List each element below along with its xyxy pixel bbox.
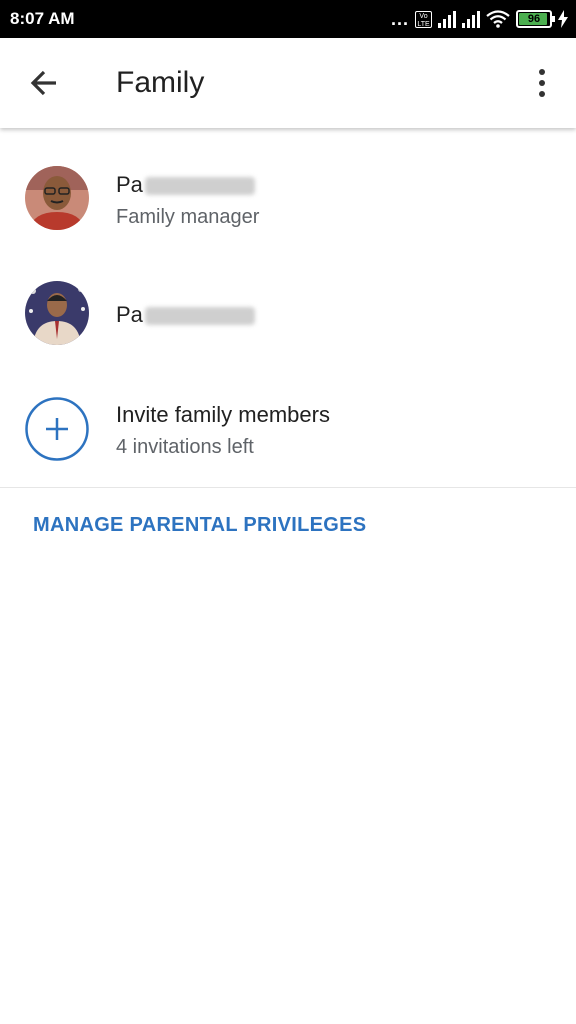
page-title: Family xyxy=(116,66,205,99)
family-member-row[interactable]: Pa Family manager xyxy=(0,165,576,233)
avatar xyxy=(25,281,89,345)
member-role: Family manager xyxy=(116,206,260,228)
invite-label: Invite family members xyxy=(116,402,330,427)
family-member-row[interactable]: Pa xyxy=(0,280,576,348)
wifi-icon xyxy=(486,10,510,28)
signal-icon xyxy=(438,10,456,28)
volte-icon: Vo LTE xyxy=(415,10,432,28)
app-bar: Family xyxy=(0,38,576,128)
overflow-notification-dots: ... xyxy=(390,9,409,29)
status-time: 8:07 AM xyxy=(10,9,75,28)
manage-parental-privileges-link[interactable]: MANAGE PARENTAL PRIVILEGES xyxy=(33,514,366,537)
invite-family-members-row[interactable]: Invite family members 4 invitations left xyxy=(0,396,576,464)
member-name: Pa xyxy=(116,172,255,198)
battery-icon: 96 xyxy=(516,10,555,28)
battery-percent: 96 xyxy=(527,13,541,25)
more-options-icon[interactable] xyxy=(534,68,550,98)
member-name: Pa xyxy=(116,302,255,328)
avatar xyxy=(25,166,89,230)
status-bar: 8:07 AM ... Vo LTE 96 xyxy=(0,0,576,38)
signal-icon xyxy=(462,10,480,28)
status-icons: ... Vo LTE 96 xyxy=(391,8,568,30)
back-arrow-icon[interactable] xyxy=(26,64,64,102)
add-icon xyxy=(25,397,89,461)
redacted-name xyxy=(144,307,255,326)
redacted-name xyxy=(144,177,255,196)
divider xyxy=(0,487,576,488)
charging-bolt-icon xyxy=(558,10,568,28)
invitations-left: 4 invitations left xyxy=(116,436,254,458)
